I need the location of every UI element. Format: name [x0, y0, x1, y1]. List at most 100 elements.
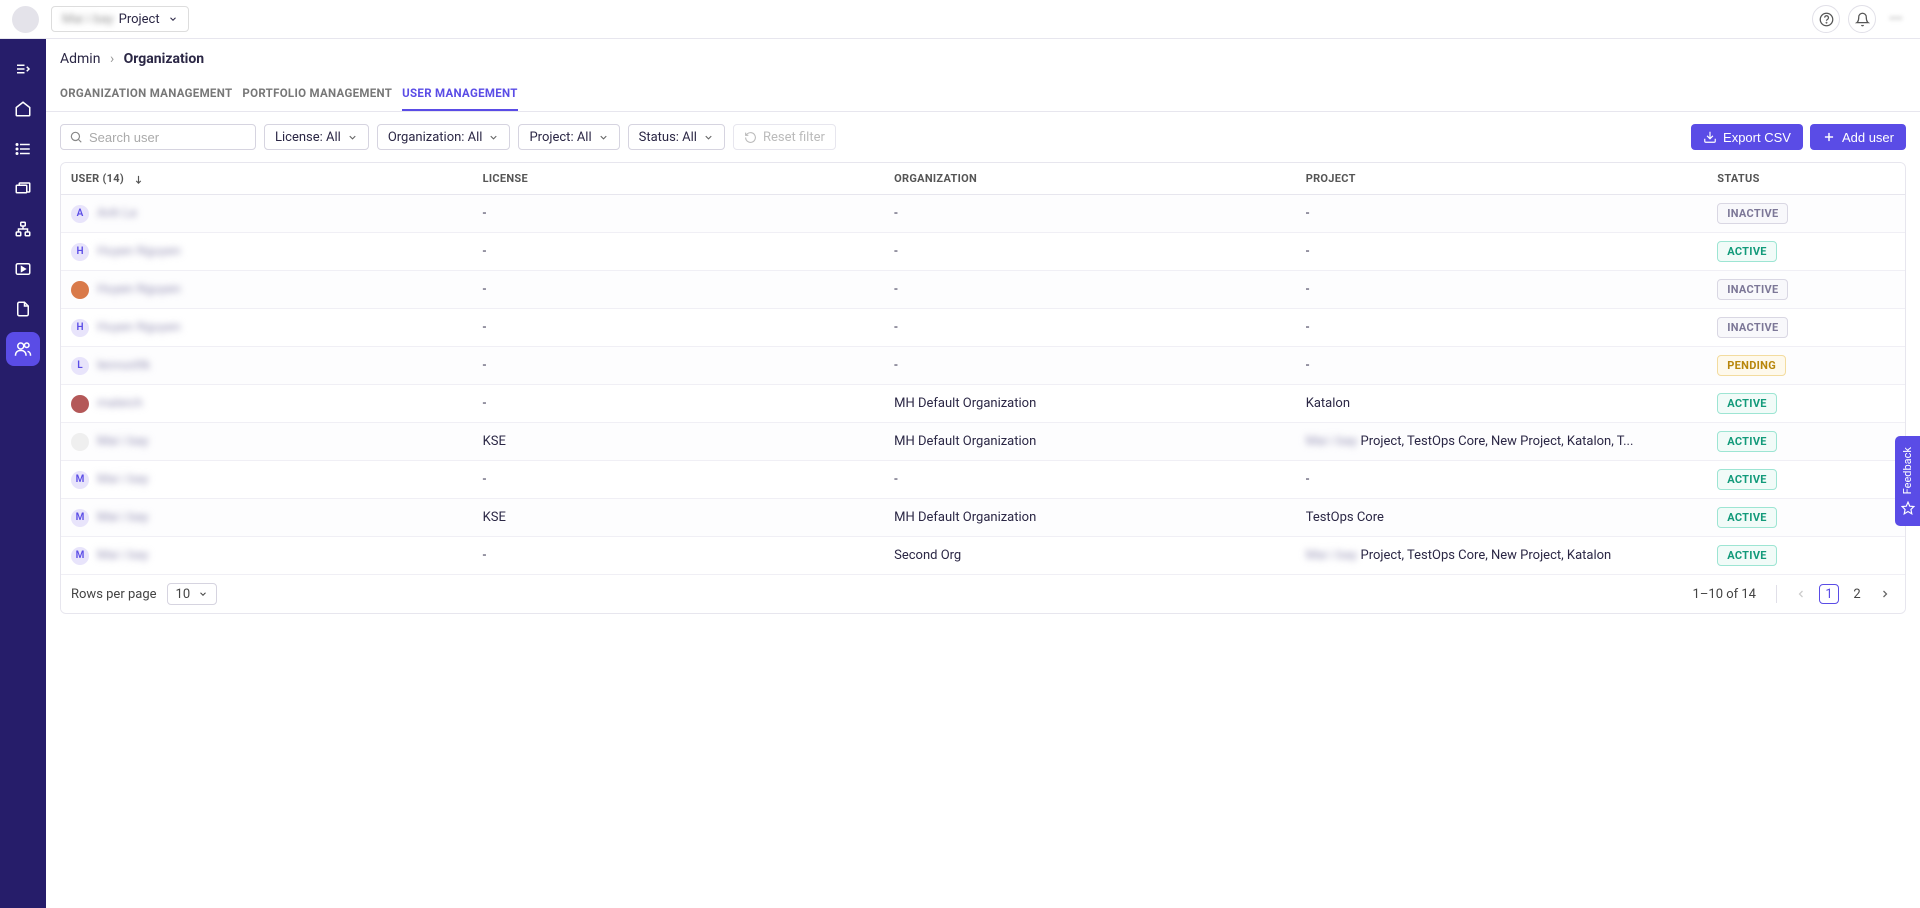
notifications-button[interactable]: [1848, 5, 1876, 33]
table-row[interactable]: Huyen Nguyen---INACTIVE: [61, 271, 1905, 309]
row-avatar: H: [71, 243, 89, 261]
chevron-down-icon: [703, 132, 714, 143]
row-organization: -: [884, 195, 1296, 233]
row-license: KSE: [473, 499, 885, 537]
col-header-user-label: USER (14): [71, 172, 124, 185]
col-header-organization[interactable]: ORGANIZATION: [884, 163, 1296, 195]
col-header-project[interactable]: PROJECT: [1296, 163, 1708, 195]
tab-portfolio-management[interactable]: PORTFOLIO MANAGEMENT: [242, 78, 392, 111]
feedback-tab[interactable]: Feedback: [1895, 436, 1920, 526]
breadcrumb-parent[interactable]: Admin: [60, 51, 100, 67]
row-organization: -: [884, 233, 1296, 271]
chevron-right-icon: [1879, 588, 1891, 600]
page-1[interactable]: 1: [1819, 584, 1839, 604]
user-table: USER (14) LICENSE ORGANIZATION PROJECT S…: [60, 162, 1906, 614]
row-avatar: H: [71, 319, 89, 337]
table-row[interactable]: Lleovuottk---PENDING: [61, 347, 1905, 385]
col-header-license[interactable]: LICENSE: [473, 163, 885, 195]
table-row[interactable]: AAnh Le---INACTIVE: [61, 195, 1905, 233]
sidebar-item-home[interactable]: [6, 92, 40, 126]
chevron-down-icon: [347, 132, 358, 143]
table-row[interactable]: maleich-MH Default OrganizationKatalonAC…: [61, 385, 1905, 423]
sidebar-item-media[interactable]: [6, 252, 40, 286]
list-icon: [14, 140, 32, 158]
page-2[interactable]: 2: [1847, 584, 1867, 604]
row-license: -: [473, 195, 885, 233]
row-license: -: [473, 271, 885, 309]
reset-filter-label: Reset filter: [763, 130, 825, 145]
filter-organization[interactable]: Organization: All: [377, 124, 511, 150]
row-user-name: Huyen Nguyen: [97, 282, 181, 297]
row-project: -: [1296, 195, 1708, 233]
breadcrumb-current: Organization: [124, 51, 205, 67]
pager: 1 2: [1770, 584, 1895, 604]
help-button[interactable]: [1812, 5, 1840, 33]
status-badge: INACTIVE: [1717, 203, 1788, 224]
app-menu-button[interactable]: •••: [1884, 5, 1908, 33]
status-badge: INACTIVE: [1717, 279, 1788, 300]
tab-user-management[interactable]: USER MANAGEMENT: [402, 78, 518, 111]
sidebar-item-user-management[interactable]: [6, 332, 40, 366]
table-row[interactable]: HHuyen Nguyen---INACTIVE: [61, 309, 1905, 347]
rows-per-page-select[interactable]: 10: [167, 583, 218, 605]
export-csv-label: Export CSV: [1723, 130, 1791, 145]
search-input[interactable]: [89, 130, 247, 145]
row-project-prefix: Mai i bay: [1306, 434, 1358, 449]
table-row[interactable]: HHuyen Nguyen---ACTIVE: [61, 233, 1905, 271]
row-organization: -: [884, 347, 1296, 385]
row-project-text: Project, TestOps Core, New Project, Kata…: [1357, 548, 1611, 563]
filter-license[interactable]: License: All: [264, 124, 369, 150]
table-row[interactable]: MMai i bay-Second OrgMai i bay Project, …: [61, 537, 1905, 575]
row-project-text: TestOps Core: [1306, 510, 1384, 525]
sidebar-item-list[interactable]: [6, 132, 40, 166]
row-avatar: L: [71, 357, 89, 375]
sidebar-item-document[interactable]: [6, 292, 40, 326]
row-license: -: [473, 309, 885, 347]
tab-organization-management[interactable]: ORGANIZATION MANAGEMENT: [60, 78, 232, 111]
table-row[interactable]: MMai i bay---ACTIVE: [61, 461, 1905, 499]
row-avatar: A: [71, 205, 89, 223]
top-header: Mai i bay Project •••: [0, 0, 1920, 39]
status-badge: ACTIVE: [1717, 241, 1777, 262]
row-user-name: Mai i bay: [97, 510, 149, 525]
sidebar-item-expand[interactable]: [6, 52, 40, 86]
add-user-button[interactable]: Add user: [1810, 124, 1906, 150]
filter-organization-label: Organization: All: [388, 130, 483, 145]
table-row[interactable]: MMai i bayKSEMH Default OrganizationTest…: [61, 499, 1905, 537]
toolbar: License: All Organization: All Project: …: [60, 124, 1906, 150]
col-header-status[interactable]: STATUS: [1707, 163, 1905, 195]
row-project-text: Project, TestOps Core, New Project, Kata…: [1357, 434, 1633, 449]
chevron-down-icon: [598, 132, 609, 143]
sidebar-item-hierarchy[interactable]: [6, 212, 40, 246]
status-badge: ACTIVE: [1717, 507, 1777, 528]
filter-project[interactable]: Project: All: [518, 124, 619, 150]
play-box-icon: [14, 260, 32, 278]
rows-per-page-value: 10: [176, 587, 191, 602]
row-organization: -: [884, 309, 1296, 347]
file-icon: [14, 300, 32, 318]
user-avatar-top[interactable]: [12, 6, 39, 33]
export-csv-button[interactable]: Export CSV: [1691, 124, 1803, 150]
project-label: Project: [119, 12, 160, 27]
help-icon: [1819, 12, 1834, 27]
pagination-range: 1–10 of 14: [1693, 587, 1756, 602]
table-footer: Rows per page 10 1–10 of 14: [61, 575, 1905, 613]
search-box[interactable]: [60, 124, 256, 150]
status-badge: ACTIVE: [1717, 469, 1777, 490]
row-user-name: Mai i bay: [97, 434, 149, 449]
feedback-label: Feedback: [1901, 447, 1914, 494]
row-project-text: Katalon: [1306, 396, 1350, 411]
rows-per-page-label: Rows per page: [71, 587, 157, 602]
row-project-prefix: Mai i bay: [1306, 548, 1358, 563]
row-organization: MH Default Organization: [884, 423, 1296, 461]
project-selector[interactable]: Mai i bay Project: [51, 6, 189, 32]
col-header-user[interactable]: USER (14): [61, 163, 473, 195]
row-license: -: [473, 233, 885, 271]
row-project: -: [1296, 461, 1708, 499]
row-project: -: [1296, 309, 1708, 347]
next-page-button[interactable]: [1875, 584, 1895, 604]
row-organization: -: [884, 271, 1296, 309]
sidebar-item-folders[interactable]: [6, 172, 40, 206]
table-row[interactable]: Mai i bayKSEMH Default OrganizationMai i…: [61, 423, 1905, 461]
filter-status[interactable]: Status: All: [628, 124, 725, 150]
